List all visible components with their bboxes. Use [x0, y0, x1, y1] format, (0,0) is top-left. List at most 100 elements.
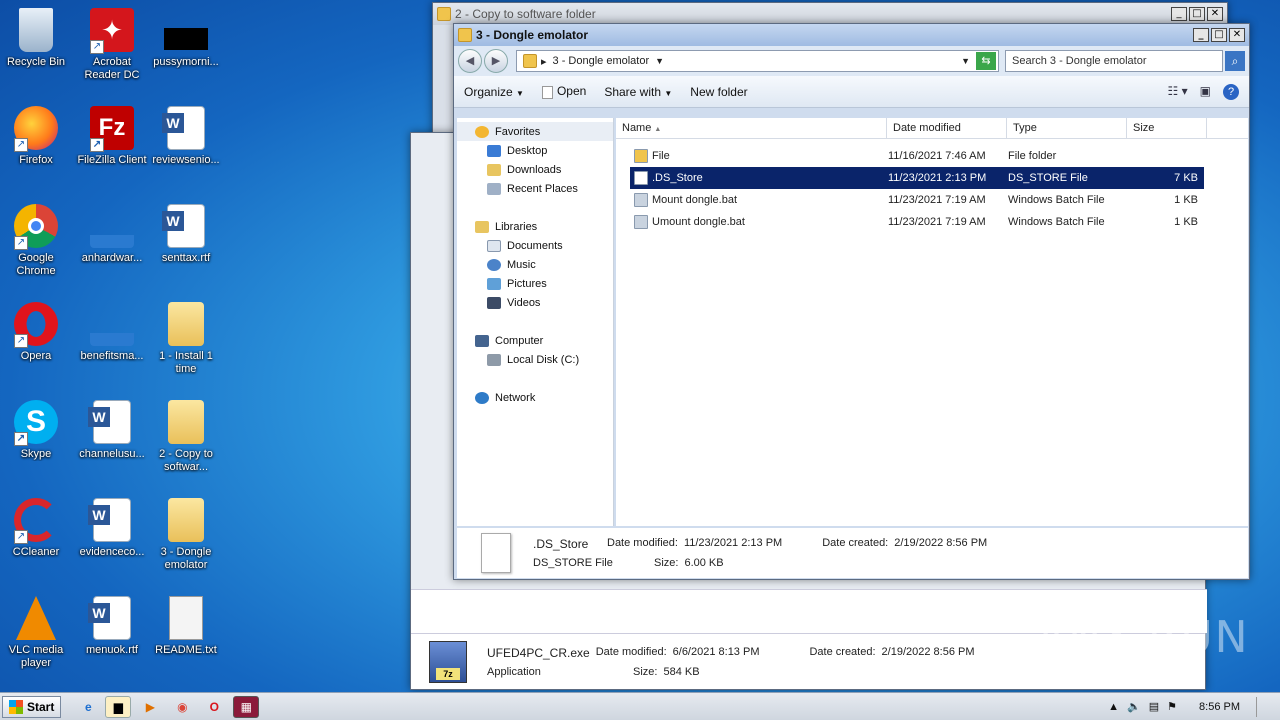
start-button[interactable]: Start	[2, 695, 62, 718]
front-window-titlebar[interactable]: 3 - Dongle emolator _ □ ✕	[454, 24, 1249, 46]
desktop-icon-opera[interactable]: ↗ Opera	[0, 302, 74, 363]
media-player-icon[interactable]: ▶	[137, 696, 163, 718]
nav-label: Favorites	[495, 125, 541, 138]
front-explorer-window[interactable]: 3 - Dongle emolator _ □ ✕ ◀ ▶ ▸ 3 - Dong…	[453, 23, 1250, 580]
desktop-icon-firefox[interactable]: ↗ Firefox	[0, 106, 74, 167]
maximize-button[interactable]: □	[1189, 7, 1205, 21]
details-pane: .DS_Store Date modified: 11/23/2021 2:13…	[457, 528, 1248, 578]
desktop-icon-ccleaner[interactable]: ↗ CCleaner	[0, 498, 74, 559]
desktop-icon-channelusu[interactable]: W channelusu...	[74, 400, 150, 461]
chevron-down-icon[interactable]: ▼	[655, 56, 664, 66]
system-tray: ▲ 🔈 ▤ ⚑ 8:56 PM	[1108, 696, 1280, 717]
refresh-icon[interactable]: ⇆	[976, 52, 996, 70]
desktop-icon-acrobat[interactable]: ✦ ↗ Acrobat Reader DC	[74, 8, 150, 82]
desktop-icon-label: Recycle Bin	[6, 56, 66, 68]
chevron-right-icon[interactable]: ▸	[541, 55, 547, 68]
windows-explorer-icon[interactable]: ▆	[105, 695, 132, 718]
help-icon[interactable]: ?	[1223, 83, 1239, 100]
date-created-label: Date created:	[809, 645, 876, 658]
organize-button[interactable]: Organize ▼	[464, 85, 524, 99]
file-date: 11/16/2021 7:46 AM	[888, 150, 986, 162]
file-name: File	[652, 149, 670, 162]
desktop-icon-copy-folder[interactable]: 2 - Copy to softwar...	[148, 400, 224, 474]
desktop-icon-evidenceco[interactable]: W evidenceco...	[74, 498, 150, 559]
show-desktop-button[interactable]	[1256, 696, 1270, 717]
column-header-name[interactable]: Name ▲	[616, 118, 887, 138]
nav-pictures[interactable]: Pictures	[457, 274, 613, 293]
desktop-icon-chrome[interactable]: ↗ Google Chrome	[0, 204, 74, 278]
desktop-icon-skype[interactable]: S ↗ Skype	[0, 400, 74, 461]
desktop-icon-anhardwar[interactable]: anhardwar...	[74, 204, 150, 265]
shortcut-arrow-icon: ↗	[14, 138, 28, 152]
nav-recent-places[interactable]: Recent Places	[457, 179, 613, 198]
desktop-icon-recycle-bin[interactable]: Recycle Bin	[0, 8, 74, 69]
action-center-flag-icon[interactable]: ⚑	[1167, 700, 1177, 713]
nav-desktop[interactable]: Desktop	[457, 141, 613, 160]
network-tray-icon[interactable]: ▤	[1149, 700, 1159, 713]
file-row[interactable]: Umount dongle.bat 11/23/2021 7:19 AM Windo…	[630, 211, 1204, 233]
clock[interactable]: 8:56 PM	[1199, 701, 1240, 713]
desktop-icon-label: VLC media player	[8, 644, 64, 669]
word-document-icon: W	[88, 400, 131, 444]
desktop-icon-pussymorni[interactable]: pussymorni...	[148, 8, 224, 69]
desktop-icon-dongle-folder[interactable]: 3 - Dongle emolator	[148, 498, 224, 572]
share-with-button[interactable]: Share with ▼	[604, 85, 672, 99]
desktop-icon-vlc[interactable]: VLC media player	[0, 596, 74, 670]
nav-videos[interactable]: Videos	[457, 293, 613, 312]
show-hidden-icons-icon[interactable]: ▲	[1108, 701, 1119, 713]
desktop-icon-filezilla[interactable]: Fz ↗ FileZilla Client	[74, 106, 150, 167]
file-row[interactable]: .DS_Store 11/23/2021 2:13 PM DS_STORE File…	[630, 167, 1204, 189]
back-window-titlebar[interactable]: 2 - Copy to software folder _ □ ✕	[433, 3, 1227, 25]
file-type: Windows Batch File	[1008, 194, 1105, 206]
open-button[interactable]: Open	[541, 84, 586, 99]
filezilla-icon: Fz ↗	[90, 106, 134, 152]
file-row[interactable]: Mount dongle.bat 11/23/2021 7:19 AM Window…	[630, 189, 1204, 211]
winrar-taskbar-icon[interactable]: ▦	[233, 695, 260, 718]
breadcrumb-current[interactable]: 3 - Dongle emolator	[553, 55, 650, 67]
close-button[interactable]: ✕	[1229, 28, 1245, 42]
preview-pane-icon[interactable]: ▣	[1200, 84, 1211, 100]
back-arrow-icon[interactable]: ◀	[458, 49, 482, 73]
desktop-icon-reviewsenio[interactable]: W reviewsenio...	[148, 106, 224, 167]
column-headers: Name ▲ Date modified Type Size	[616, 118, 1248, 139]
new-folder-button[interactable]: New folder	[690, 85, 747, 99]
desktop-icon-readme[interactable]: README.txt	[148, 596, 224, 657]
history-dropdown-icon[interactable]: ▼	[961, 56, 970, 66]
network-icon	[475, 391, 489, 404]
shortcut-arrow-icon: ↗	[14, 530, 28, 544]
minimize-button[interactable]: _	[1193, 28, 1209, 42]
desktop-icon-benefitsma[interactable]: benefitsma...	[74, 302, 150, 363]
volume-icon[interactable]: 🔈	[1127, 700, 1141, 713]
breadcrumb[interactable]: ▸ 3 - Dongle emolator ▼ ▼ ⇆	[516, 50, 999, 72]
close-button[interactable]: ✕	[1207, 7, 1223, 21]
file-name: Mount dongle.bat	[652, 193, 738, 206]
search-input[interactable]: Search 3 - Dongle emolator	[1005, 50, 1223, 72]
start-label: Start	[27, 699, 55, 714]
desktop-icon-install-folder[interactable]: 1 - Install 1 time	[148, 302, 224, 376]
view-options-icon[interactable]: ☷ ▾	[1168, 84, 1188, 100]
acrobat-icon: ✦ ↗	[90, 8, 134, 54]
nav-documents[interactable]: Documents	[457, 236, 613, 255]
column-header-type[interactable]: Type	[1007, 118, 1127, 138]
nav-favorites[interactable]: Favorites	[457, 122, 613, 141]
column-header-size[interactable]: Size	[1127, 118, 1207, 138]
nav-local-disk[interactable]: Local Disk (C:)	[457, 350, 613, 369]
maximize-button[interactable]: □	[1211, 28, 1227, 42]
nav-network[interactable]: Network	[457, 388, 613, 407]
desktop-icon-label: benefitsma...	[80, 350, 144, 362]
internet-explorer-icon[interactable]: e	[75, 696, 101, 718]
minimize-button[interactable]: _	[1171, 7, 1187, 21]
nav-music[interactable]: Music	[457, 255, 613, 274]
forward-arrow-icon[interactable]: ▶	[484, 49, 508, 73]
sort-ascending-icon: ▲	[654, 126, 662, 133]
search-icon[interactable]: ⌕	[1225, 51, 1245, 71]
desktop-icon-menuok[interactable]: W menuok.rtf	[74, 596, 150, 657]
desktop-icon-senttax[interactable]: W senttax.rtf	[148, 204, 224, 265]
column-header-date[interactable]: Date modified	[887, 118, 1007, 138]
nav-libraries[interactable]: Libraries	[457, 217, 613, 236]
nav-downloads[interactable]: Downloads	[457, 160, 613, 179]
file-row[interactable]: File 11/16/2021 7:46 AM File folder	[630, 145, 1204, 167]
chrome-taskbar-icon[interactable]: ◉	[169, 696, 195, 718]
opera-taskbar-icon[interactable]: O	[201, 696, 227, 718]
nav-computer[interactable]: Computer	[457, 331, 613, 350]
